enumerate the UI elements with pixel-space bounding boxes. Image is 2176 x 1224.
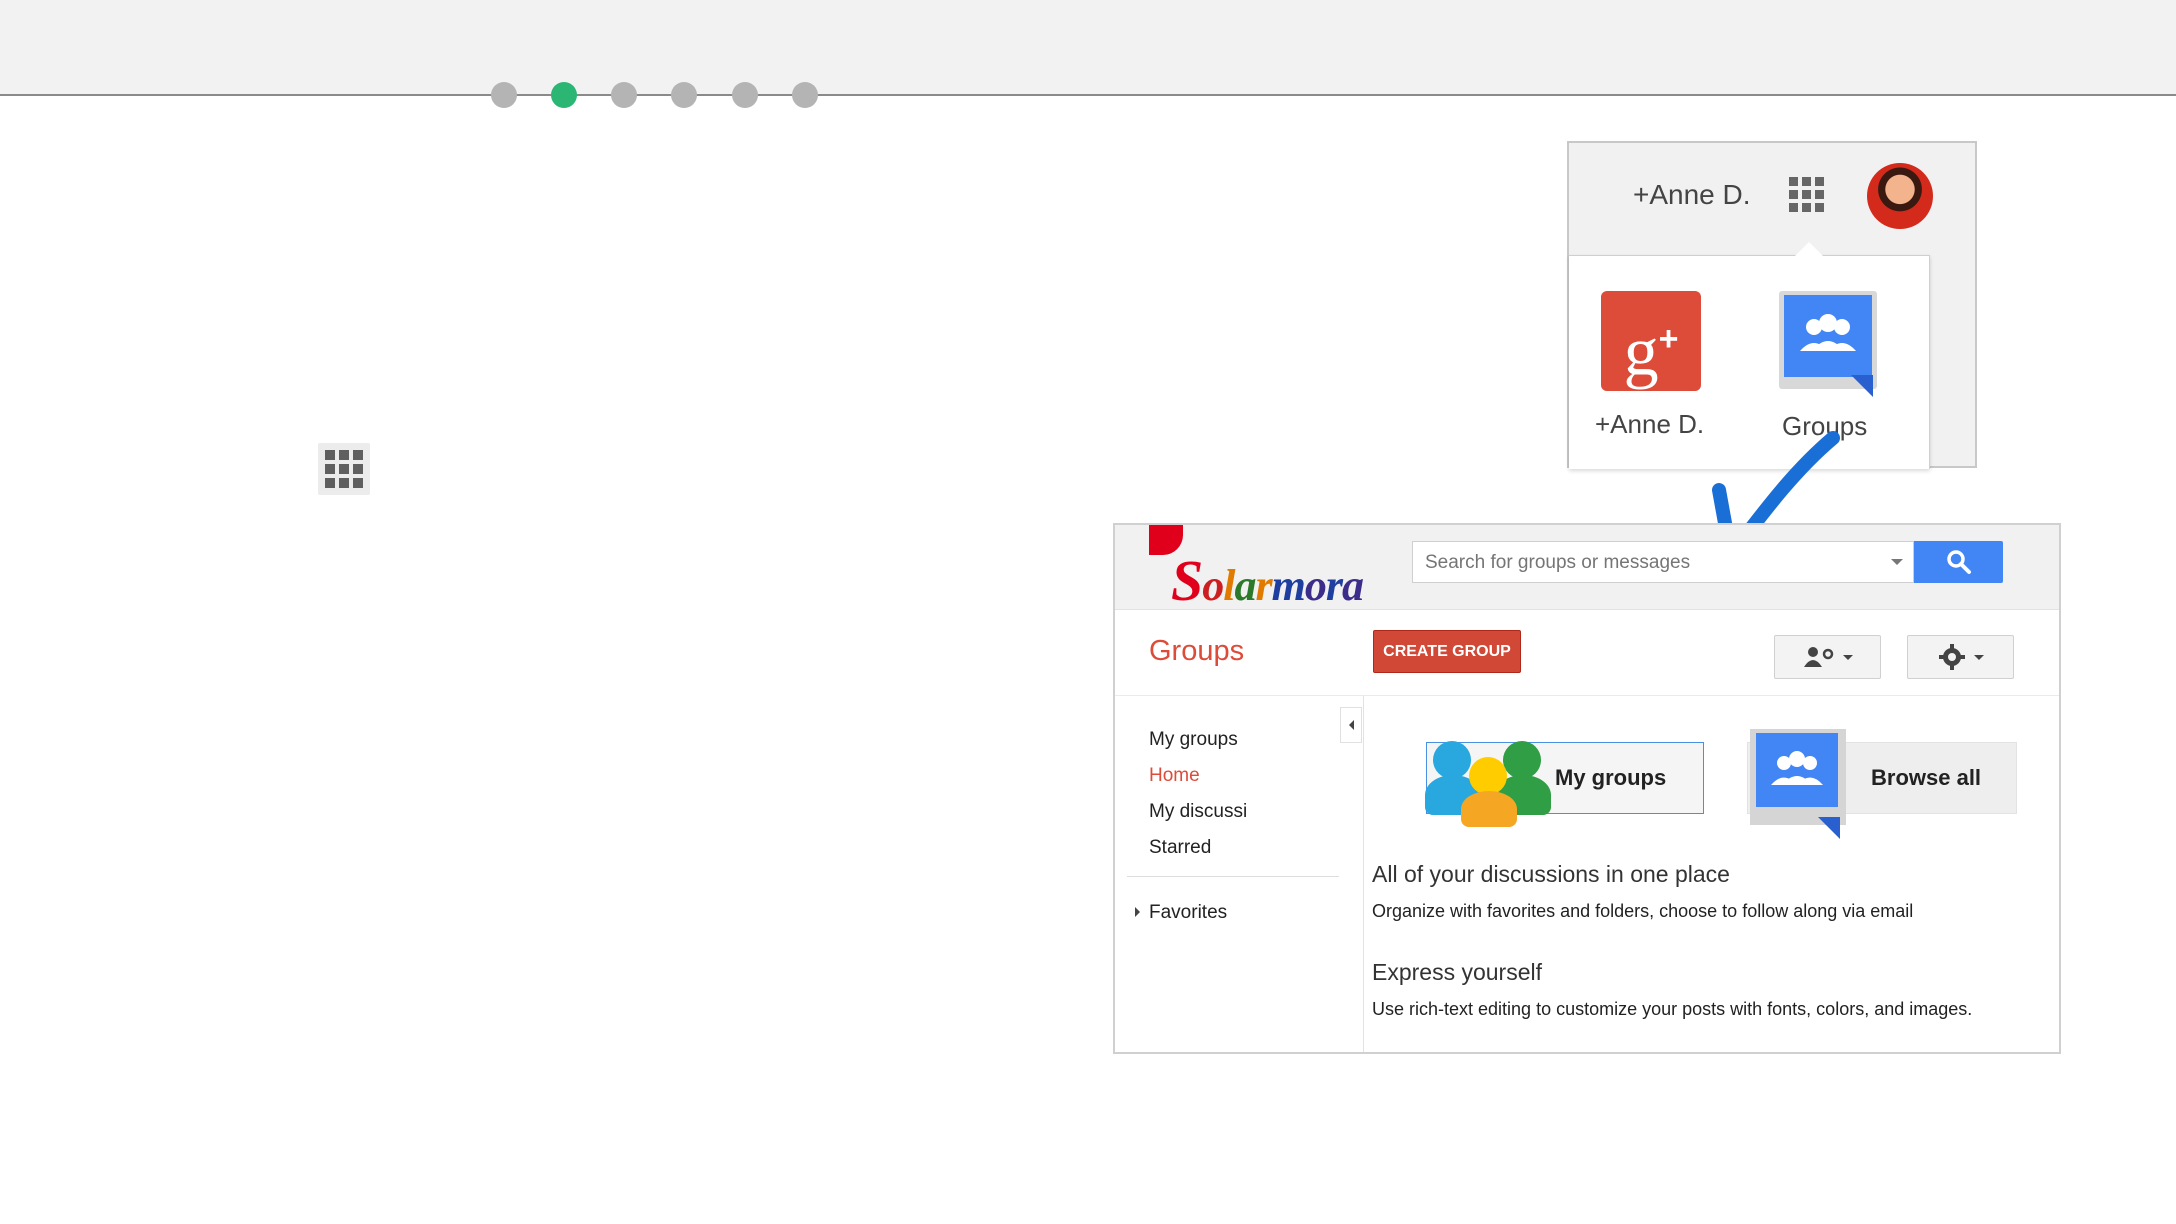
- apps-grid-icon[interactable]: [318, 443, 370, 495]
- search-box: [1412, 541, 1914, 584]
- groups-app-window: Solarmora Groups CREATE GROUP: [1113, 523, 2061, 1054]
- sidebar-item-starred[interactable]: Starred: [1149, 837, 1211, 859]
- browse-all-label: Browse all: [1871, 765, 1982, 790]
- pager-dot-4[interactable]: [671, 82, 697, 108]
- search-button[interactable]: [1914, 541, 2003, 583]
- sidebar-item-favorites[interactable]: Favorites: [1149, 902, 1227, 924]
- pager-dot-1[interactable]: [491, 82, 517, 108]
- sidebar-item-my-discussions[interactable]: My discussi: [1149, 801, 1247, 823]
- feature-title: Express yourself: [1372, 959, 1543, 985]
- pager-dot-5[interactable]: [732, 82, 758, 108]
- chevron-down-icon: [1973, 654, 1984, 660]
- google-groups-icon[interactable]: [1779, 291, 1877, 397]
- gear-icon: [1938, 644, 1965, 670]
- pager-dot-6[interactable]: [792, 82, 818, 108]
- my-groups-label: My groups: [1555, 765, 1667, 790]
- page-title: Groups: [1149, 635, 1245, 667]
- solarmora-logo[interactable]: Solarmora: [1149, 525, 1364, 613]
- app-header: Solarmora: [1115, 525, 2059, 613]
- people-icon: [1800, 314, 1856, 351]
- google-groups-icon: [1750, 729, 1846, 839]
- people-icon: [1771, 751, 1823, 785]
- create-group-button[interactable]: CREATE GROUP: [1373, 630, 1521, 673]
- my-groups-people-icon: [1425, 731, 1555, 827]
- gplus-plus: +: [1658, 320, 1679, 358]
- chevron-left-icon: [1348, 720, 1354, 730]
- sidebar-separator: [1127, 876, 1339, 877]
- sidebar-item-my-groups[interactable]: My groups: [1149, 729, 1238, 751]
- sidebar-item-home[interactable]: Home: [1149, 765, 1200, 787]
- pager-dot-3[interactable]: [611, 82, 637, 108]
- toolbar-divider: [1115, 695, 2059, 696]
- top-bar: [0, 0, 2176, 96]
- account-apps-callout: +Anne D. g+ +Anne D. Groups: [1567, 141, 1977, 469]
- chevron-down-icon: [1842, 654, 1853, 660]
- search-icon: [1946, 550, 1971, 574]
- app-label-google-plus[interactable]: +Anne D.: [1595, 409, 1704, 440]
- feature-text: Organize with favorites and folders, cho…: [1372, 901, 1914, 921]
- collapse-sidebar-button[interactable]: [1340, 707, 1362, 743]
- search-input[interactable]: [1413, 542, 1897, 584]
- sidebar-divider: [1363, 696, 1364, 1052]
- google-plus-icon[interactable]: g+: [1601, 291, 1701, 391]
- account-name[interactable]: +Anne D.: [1633, 179, 1751, 211]
- person-settings-icon: [1803, 647, 1833, 667]
- my-groups-button[interactable]: My groups: [1425, 741, 1704, 827]
- expand-triangle-icon[interactable]: [1135, 907, 1140, 917]
- browse-all-button[interactable]: Browse all: [1747, 729, 2017, 839]
- feature-title: All of your discussions in one place: [1372, 861, 1730, 887]
- apps-grid-icon[interactable]: [1789, 177, 1824, 212]
- pager-dot-2-active[interactable]: [551, 82, 577, 108]
- member-settings-button[interactable]: [1774, 635, 1881, 679]
- avatar[interactable]: [1867, 163, 1933, 229]
- feature-text: Use rich-text editing to customize your …: [1372, 999, 1973, 1019]
- gplus-glyph: g: [1623, 313, 1659, 391]
- search-options-caret-icon[interactable]: [1891, 559, 1903, 565]
- logo-text: Solarmora: [1171, 548, 1364, 613]
- settings-button[interactable]: [1907, 635, 2014, 679]
